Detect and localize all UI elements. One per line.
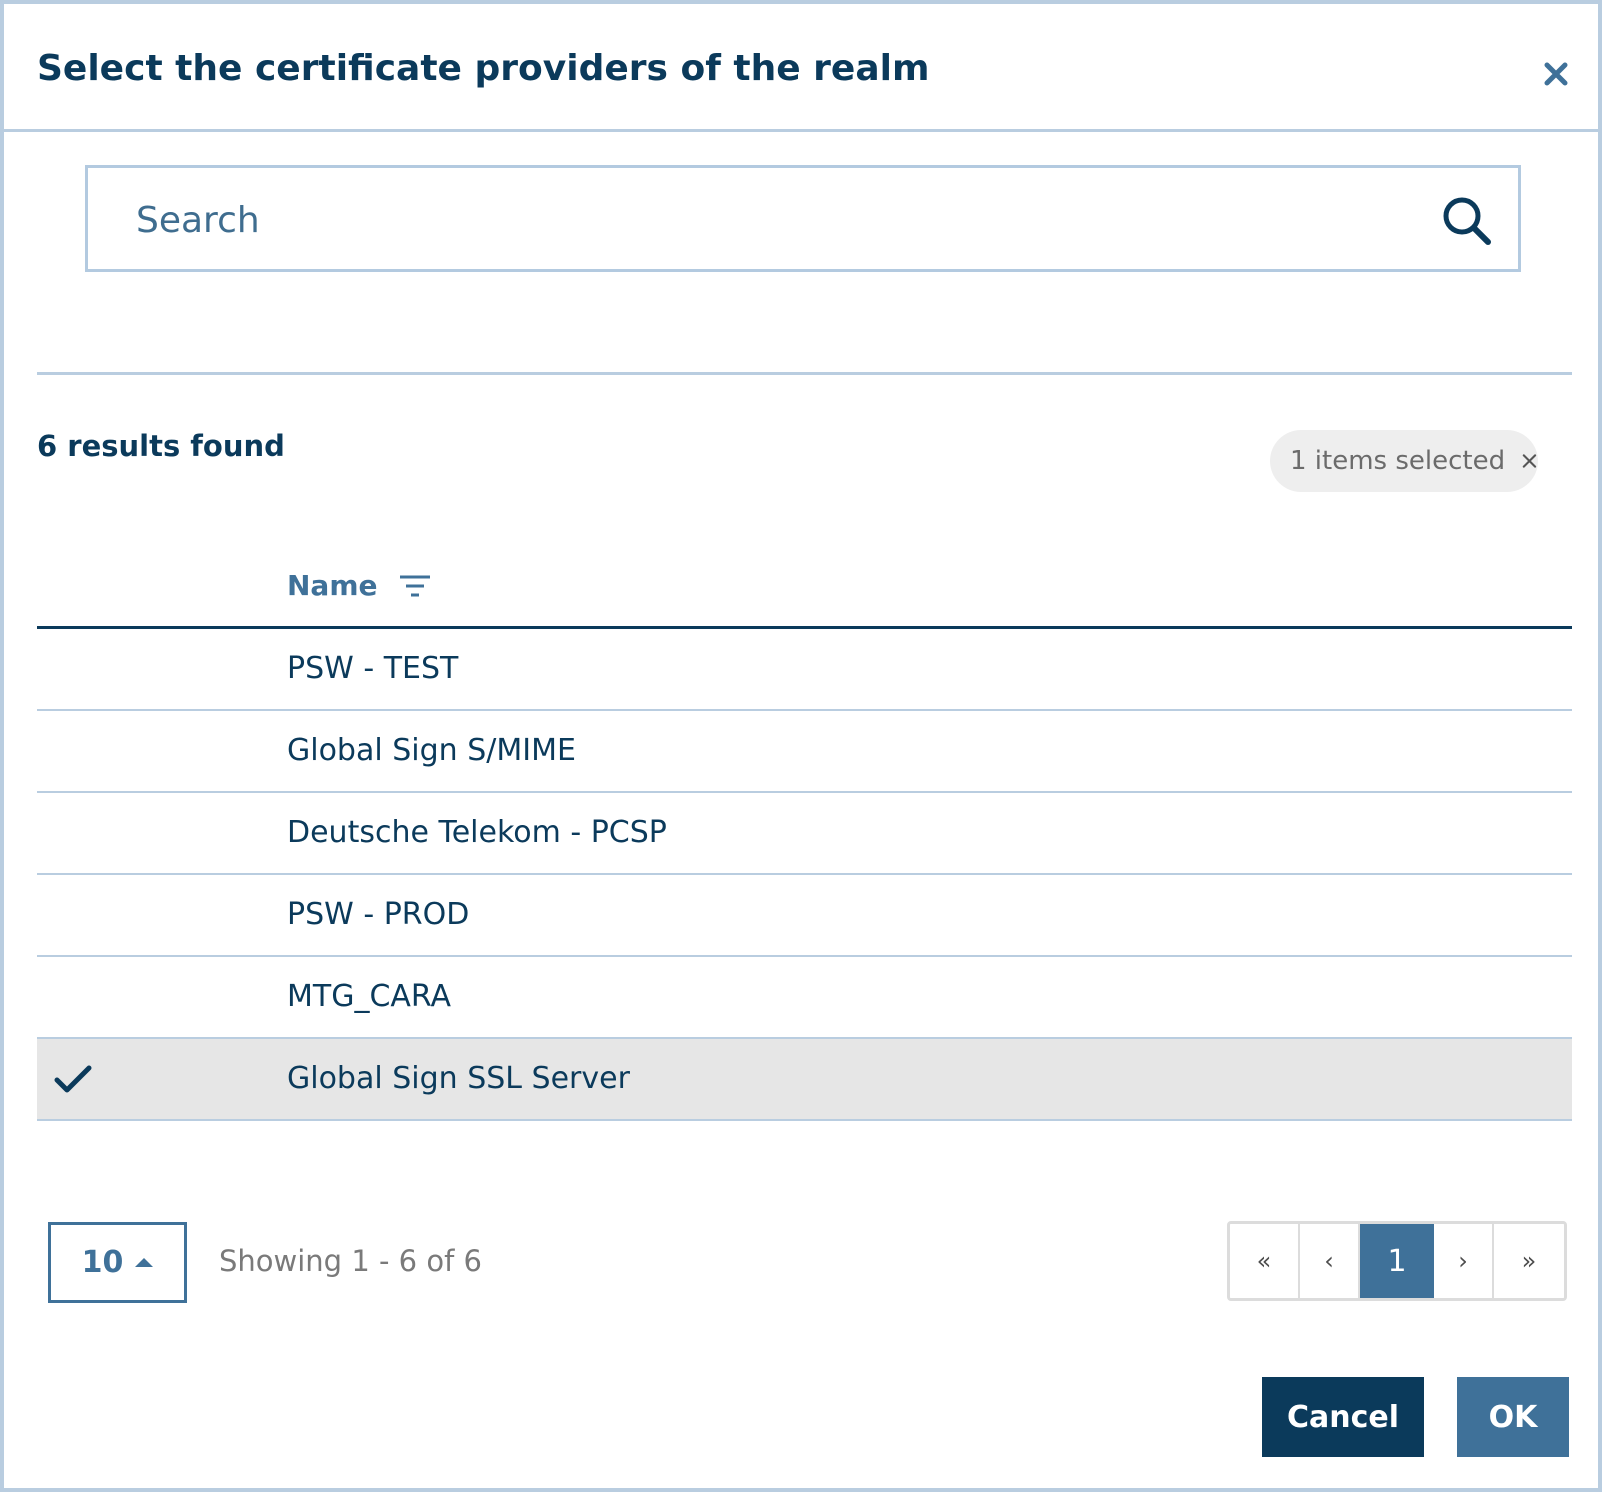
close-icon[interactable]: [1538, 56, 1574, 92]
provider-name: PSW - TEST: [287, 651, 459, 686]
search-box: [85, 165, 1521, 272]
table-row[interactable]: Deutsche Telekom - PCSP: [37, 793, 1572, 875]
pagination: « ‹ 1 › »: [1227, 1221, 1567, 1301]
table-header: Name: [37, 559, 1572, 629]
table-row[interactable]: PSW - TEST: [37, 629, 1572, 711]
search-icon[interactable]: [1440, 194, 1494, 248]
table-row-selected[interactable]: Global Sign SSL Server: [37, 1039, 1572, 1121]
column-header-name[interactable]: Name: [287, 569, 432, 602]
page-size-value: 10: [81, 1245, 124, 1280]
showing-range: Showing 1 - 6 of 6: [219, 1244, 482, 1278]
table-row[interactable]: Global Sign S/MIME: [37, 711, 1572, 793]
cancel-button[interactable]: Cancel: [1262, 1377, 1424, 1457]
providers-table: Name PSW - TEST Global Sign S/MIME Deuts…: [37, 559, 1572, 1121]
provider-name: PSW - PROD: [287, 897, 470, 932]
dialog-title: Select the certificate providers of the …: [37, 48, 930, 89]
last-page-button[interactable]: »: [1494, 1224, 1564, 1298]
previous-page-button[interactable]: ‹: [1300, 1224, 1360, 1298]
column-header-name-label: Name: [287, 569, 378, 602]
checkmark-icon: [54, 1065, 92, 1093]
results-count: 6 results found: [37, 429, 285, 463]
page-1-button[interactable]: 1: [1360, 1224, 1434, 1298]
sort-filter-icon[interactable]: [398, 572, 432, 600]
ok-button[interactable]: OK: [1457, 1377, 1569, 1457]
search-input[interactable]: [134, 190, 1388, 250]
page-size-select[interactable]: 10: [48, 1222, 187, 1303]
section-divider: [37, 372, 1572, 375]
first-page-button[interactable]: «: [1230, 1224, 1300, 1298]
table-row[interactable]: PSW - PROD: [37, 875, 1572, 957]
next-page-button[interactable]: ›: [1434, 1224, 1494, 1298]
provider-name: Deutsche Telekom - PCSP: [287, 815, 667, 850]
provider-name: Global Sign S/MIME: [287, 733, 576, 768]
caret-up-icon: [135, 1258, 154, 1267]
dialog-header: Select the certificate providers of the …: [4, 4, 1598, 132]
clear-selection-icon[interactable]: [1521, 449, 1538, 473]
table-row[interactable]: MTG_CARA: [37, 957, 1572, 1039]
selected-items-chip: 1 items selected: [1270, 430, 1538, 492]
provider-name: MTG_CARA: [287, 979, 452, 1014]
provider-name: Global Sign SSL Server: [287, 1061, 630, 1096]
certificate-provider-dialog: Select the certificate providers of the …: [0, 0, 1602, 1492]
selected-items-label: 1 items selected: [1290, 446, 1506, 476]
